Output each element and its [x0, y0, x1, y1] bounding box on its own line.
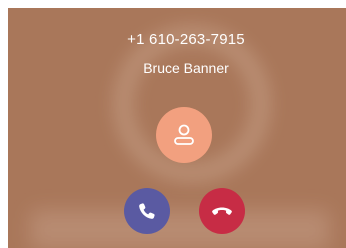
background-blur-bar: [30, 210, 330, 248]
caller-avatar: [156, 107, 212, 163]
caller-name: Bruce Banner: [143, 60, 229, 76]
decline-call-button[interactable]: [199, 188, 245, 234]
accept-call-button[interactable]: [124, 188, 170, 234]
incoming-call-screen: +1 610-263-7915 Bruce Banner: [8, 8, 346, 248]
caller-phone-number: +1 610-263-7915: [127, 31, 245, 48]
person-icon: [174, 124, 194, 145]
phone-icon: [139, 203, 155, 219]
hang-up-icon: [212, 207, 232, 215]
